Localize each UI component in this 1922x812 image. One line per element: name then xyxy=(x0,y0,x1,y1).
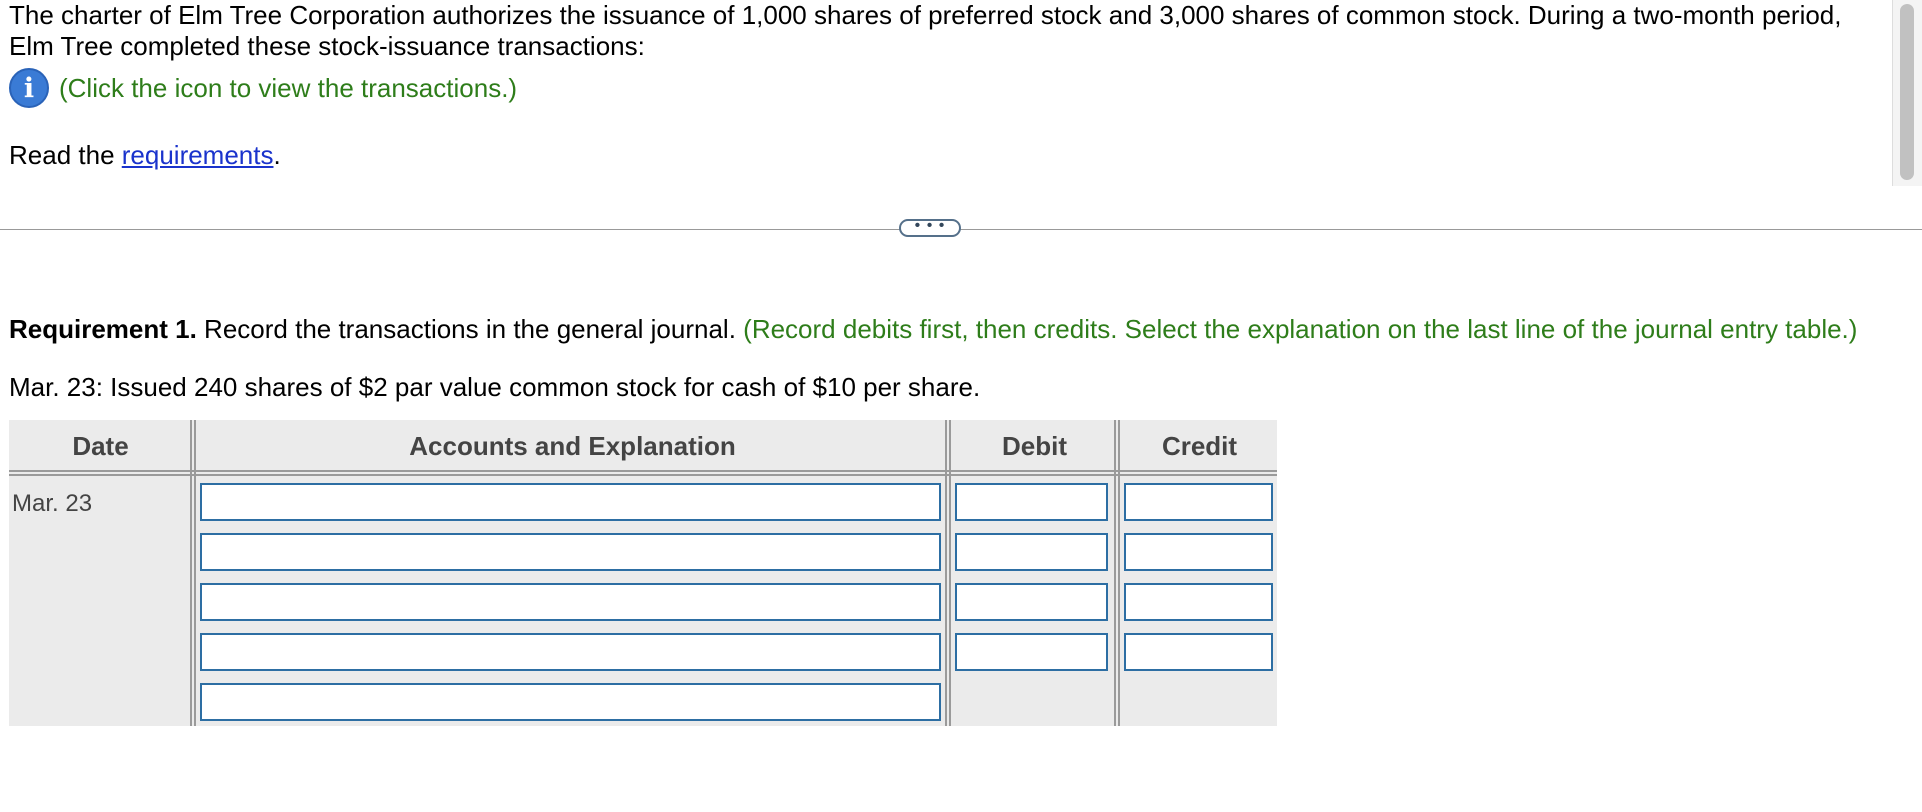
column-separator xyxy=(1114,420,1120,726)
read-suffix: . xyxy=(273,140,281,170)
info-icon[interactable]: i xyxy=(9,68,49,108)
requirements-link[interactable]: requirements xyxy=(122,140,274,170)
date-cell: Mar. 23 xyxy=(12,490,93,517)
column-separator xyxy=(190,420,196,726)
problem-text: The charter of Elm Tree Corporation auth… xyxy=(9,0,1842,61)
requirement-instruction: Requirement 1. Record the transactions i… xyxy=(9,314,1857,345)
transactions-info-row[interactable]: i (Click the icon to view the transactio… xyxy=(9,68,517,108)
requirement-hint: (Record debits first, then credits. Sele… xyxy=(743,314,1858,344)
account-input-2[interactable] xyxy=(200,533,941,571)
requirement-label: Requirement 1. xyxy=(9,314,197,344)
read-requirements-line: Read the requirements. xyxy=(9,140,281,171)
view-transactions-link[interactable]: (Click the icon to view the transactions… xyxy=(59,73,517,104)
header-debit: Debit xyxy=(1002,431,1067,461)
header-date: Date xyxy=(72,431,129,461)
expand-collapse-button[interactable]: • • • xyxy=(899,218,961,237)
debit-input-1[interactable] xyxy=(955,483,1108,521)
explanation-input[interactable] xyxy=(200,683,941,721)
account-input-3[interactable] xyxy=(200,583,941,621)
header-accounts: Accounts and Explanation xyxy=(409,431,736,461)
credit-input-4[interactable] xyxy=(1124,633,1273,671)
credit-input-1[interactable] xyxy=(1124,483,1273,521)
transaction-description: Mar. 23: Issued 240 shares of $2 par val… xyxy=(9,372,981,402)
header-credit: Credit xyxy=(1161,431,1238,461)
requirement-text: Record the transactions in the general j… xyxy=(196,314,744,344)
debit-input-2[interactable] xyxy=(955,533,1108,571)
debit-input-3[interactable] xyxy=(955,583,1108,621)
column-separator xyxy=(945,420,951,726)
account-input-1[interactable] xyxy=(200,483,941,521)
journal-entry-table: Date Accounts and Explanation Debit Cred… xyxy=(9,420,1277,726)
scrollbar-thumb[interactable] xyxy=(1900,4,1914,180)
read-prefix: Read the xyxy=(9,140,122,170)
account-input-4[interactable] xyxy=(200,633,941,671)
credit-input-2[interactable] xyxy=(1124,533,1273,571)
section-divider xyxy=(0,229,1922,230)
debit-input-4[interactable] xyxy=(955,633,1108,671)
header-separator xyxy=(9,470,1277,476)
problem-statement: The charter of Elm Tree Corporation auth… xyxy=(0,0,1890,210)
credit-input-3[interactable] xyxy=(1124,583,1273,621)
